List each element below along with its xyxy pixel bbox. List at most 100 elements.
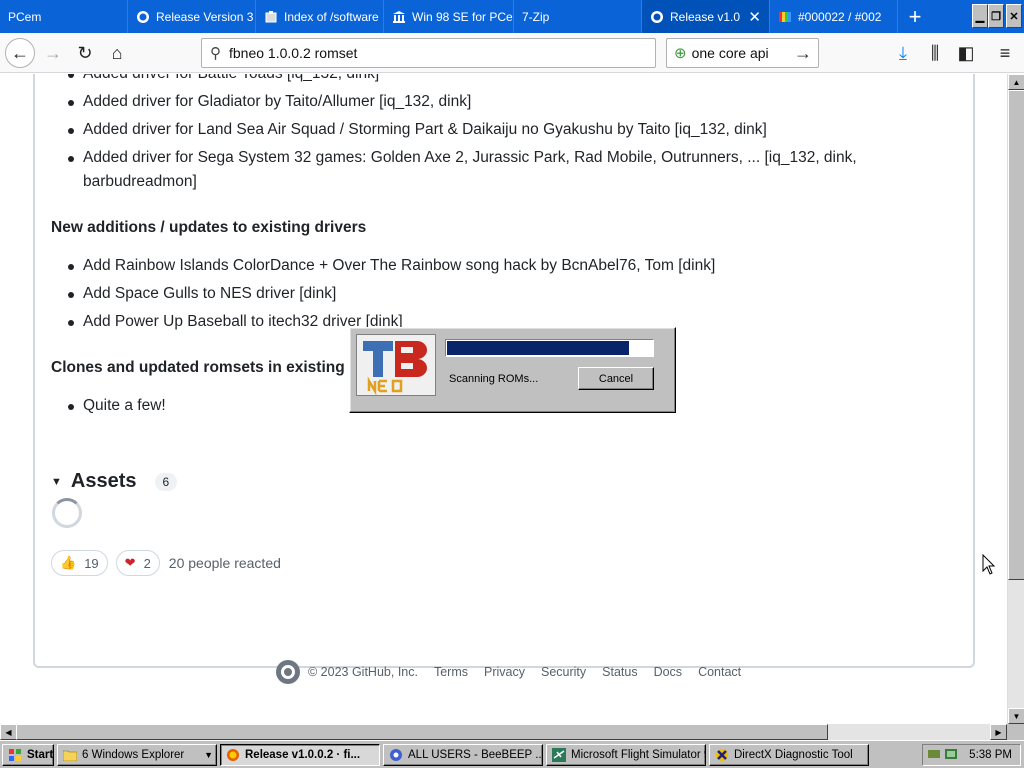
tab-strip: PCem Release Version 3 Index of /softwar… — [0, 0, 1024, 33]
forward-button[interactable]: → — [38, 38, 68, 68]
search-engine-icon: ⊕ — [674, 45, 687, 62]
reactions-bar: 👍 19 ❤ 2 20 people reacted — [51, 550, 281, 576]
tab-label: 7-Zip — [522, 9, 550, 24]
footer-link-privacy[interactable]: Privacy — [484, 665, 525, 679]
reaction-heart[interactable]: ❤ 2 — [115, 550, 160, 576]
back-button[interactable]: ← — [5, 38, 35, 68]
taskbar: Start 6 Windows Explorer ▼ Release v1.0.… — [0, 740, 1024, 768]
driver-list: Added driver for Battle Toads [iq_132, d… — [50, 74, 910, 198]
restore-button[interactable]: ❐ — [988, 4, 1004, 28]
fbneo-logo — [356, 334, 436, 396]
footer-link-docs[interactable]: Docs — [654, 665, 682, 679]
library-button[interactable]: ⫼ — [920, 38, 950, 68]
tab-pcem[interactable]: PCem — [0, 0, 128, 33]
folder-icon — [62, 747, 78, 763]
loading-spinner-icon — [52, 498, 82, 528]
scroll-thumb[interactable] — [16, 724, 828, 740]
github-icon — [650, 10, 664, 24]
search-bar[interactable]: ⊕ one core api → — [666, 38, 819, 68]
vertical-scrollbar[interactable]: ▲ ▼ — [1007, 74, 1024, 724]
sidebar-button[interactable]: ◧ — [951, 38, 981, 68]
home-icon: ⌂ — [111, 42, 123, 63]
taskbar-item-label: Microsoft Flight Simulator 98 — [571, 749, 706, 761]
airplane-icon — [551, 747, 567, 763]
tab-win98se[interactable]: Win 98 SE for PCe — [384, 0, 514, 33]
browser-icon — [225, 747, 241, 763]
list-item: Add Rainbow Islands ColorDance + Over Th… — [50, 254, 910, 278]
assets-count-badge: 6 — [154, 472, 178, 491]
chevron-down-icon: ▼ — [204, 750, 213, 760]
taskbar-item-firefox[interactable]: Release v1.0.0.2 · fi... — [220, 744, 380, 766]
system-tray: 5:38 PM — [922, 744, 1021, 766]
scroll-up-button[interactable]: ▲ — [1008, 74, 1024, 90]
scroll-down-button[interactable]: ▼ — [1008, 708, 1024, 724]
scrollbar-corner — [1007, 724, 1024, 740]
updates-heading: New additions / updates to existing driv… — [51, 219, 367, 236]
downloads-button[interactable]: ⤓ — [888, 38, 918, 68]
menu-button[interactable]: ≡ — [990, 38, 1020, 68]
tab-label: PCem — [8, 9, 42, 24]
scroll-thumb[interactable] — [1008, 90, 1024, 580]
navigation-bar: ← → ↻ ⌂ ⚲ fbneo 1.0.0.2 romset ⊕ one cor… — [0, 33, 1024, 73]
scan-status-text: Scanning ROMs... — [449, 373, 539, 385]
caret-down-icon: ▼ — [51, 475, 62, 488]
footer-link-terms[interactable]: Terms — [434, 665, 468, 679]
close-icon[interactable]: ✕ — [748, 8, 761, 26]
reload-button[interactable]: ↻ — [70, 38, 100, 68]
progress-fill — [447, 341, 629, 355]
updates-list: Add Rainbow Islands ColorDance + Over Th… — [50, 254, 910, 338]
close-window-button[interactable]: ✕ — [1006, 4, 1022, 28]
go-arrow-icon[interactable]: → — [794, 43, 812, 64]
list-item: Added driver for Sega System 32 games: G… — [50, 146, 910, 194]
taskbar-item-dxdiag[interactable]: DirectX Diagnostic Tool — [709, 744, 869, 766]
mouse-cursor-icon — [982, 553, 996, 581]
list-item: Add Space Gulls to NES driver [dink] — [50, 282, 910, 306]
library-icon: ⫼ — [930, 42, 940, 63]
archive-icon — [264, 10, 278, 24]
list-item: Added driver for Land Sea Air Squad / St… — [50, 118, 910, 142]
tab-color-code[interactable]: #000022 / #002 — [770, 0, 898, 33]
sidebar-icon: ◧ — [957, 42, 975, 63]
cancel-button[interactable]: Cancel — [578, 367, 654, 390]
tab-7zip[interactable]: 7-Zip — [514, 0, 642, 33]
taskbar-item-explorer[interactable]: 6 Windows Explorer ▼ — [57, 744, 217, 766]
footer-link-contact[interactable]: Contact — [698, 665, 741, 679]
tab-release-version[interactable]: Release Version 3 — [128, 0, 256, 33]
scroll-left-button[interactable]: ◀ — [0, 724, 17, 740]
url-text: fbneo 1.0.0.2 romset — [229, 45, 358, 61]
tab-label: Win 98 SE for PCe — [412, 9, 513, 24]
arrow-right-icon: → — [44, 42, 62, 63]
taskbar-item-flight-simulator[interactable]: Microsoft Flight Simulator 98 — [546, 744, 706, 766]
home-button[interactable]: ⌂ — [102, 38, 132, 68]
download-icon: ⤓ — [899, 42, 907, 63]
tab-index-of-software[interactable]: Index of /software — [256, 0, 384, 33]
footer-link-status[interactable]: Status — [602, 665, 637, 679]
start-button[interactable]: Start — [2, 744, 54, 766]
tab-label: #000022 / #002 — [798, 9, 882, 24]
hamburger-icon: ≡ — [999, 42, 1011, 63]
taskbar-item-label: Release v1.0.0.2 · fi... — [245, 749, 361, 761]
taskbar-item-label: ALL USERS - BeeBEEP ... — [408, 749, 543, 761]
new-tab-button[interactable]: + — [900, 0, 930, 33]
list-item: Added driver for Gladiator by Taito/Allu… — [50, 90, 910, 114]
reaction-thumbs-up[interactable]: 👍 19 — [51, 550, 108, 576]
taskbar-item-label: DirectX Diagnostic Tool — [734, 749, 853, 761]
tab-release-v1[interactable]: Release v1.0 ✕ — [642, 0, 770, 33]
tab-label: Index of /software — [284, 9, 379, 24]
github-logo-icon[interactable] — [276, 660, 300, 684]
minimize-button[interactable]: ▁ — [972, 4, 988, 28]
reactions-summary: 20 people reacted — [168, 555, 281, 571]
tab-label: Release v1.0 — [670, 9, 741, 24]
color-icon — [778, 10, 792, 24]
horizontal-scrollbar[interactable]: ◀ ▶ — [0, 724, 1007, 740]
assets-toggle[interactable]: ▼ Assets 6 — [51, 470, 178, 493]
taskbar-item-beebeep[interactable]: ALL USERS - BeeBEEP ... — [383, 744, 543, 766]
reaction-count: 2 — [143, 555, 151, 571]
thumbs-up-icon: 👍 — [60, 555, 77, 570]
copyright-text: © 2023 GitHub, Inc. — [308, 665, 418, 679]
scroll-right-button[interactable]: ▶ — [990, 724, 1007, 740]
scan-progress-bar — [445, 339, 654, 357]
footer-link-security[interactable]: Security — [541, 665, 586, 679]
tray-icons[interactable] — [927, 747, 961, 764]
url-bar[interactable]: ⚲ fbneo 1.0.0.2 romset — [201, 38, 656, 68]
